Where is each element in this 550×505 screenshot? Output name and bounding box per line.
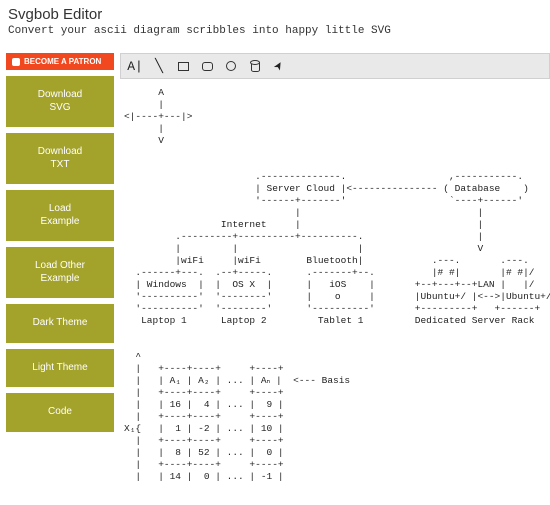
line-tool-icon[interactable]: ╲ xyxy=(151,58,167,74)
load-example-button[interactable]: Load Example xyxy=(6,190,114,241)
load-other-example-button[interactable]: Load Other Example xyxy=(6,247,114,298)
sidebar: BECOME A PATRON Download SVG Download TX… xyxy=(0,53,120,505)
download-txt-button[interactable]: Download TXT xyxy=(6,133,114,184)
cylinder-tool-icon[interactable] xyxy=(247,58,263,74)
dark-theme-button[interactable]: Dark Theme xyxy=(6,304,114,343)
rounded-rect-tool-icon[interactable] xyxy=(199,58,215,74)
light-theme-button[interactable]: Light Theme xyxy=(6,349,114,388)
rect-tool-icon[interactable] xyxy=(175,58,191,74)
ascii-canvas[interactable]: A | <|----+---|> | V .--------------. ,-… xyxy=(120,79,550,505)
app-subtitle: Convert your ascii diagram scribbles int… xyxy=(8,25,542,37)
circle-tool-icon[interactable] xyxy=(223,58,239,74)
pointer-tool-icon[interactable]: ➤ xyxy=(268,55,290,77)
app-title: Svgbob Editor xyxy=(8,6,542,23)
download-svg-button[interactable]: Download SVG xyxy=(6,76,114,127)
code-button[interactable]: Code xyxy=(6,393,114,432)
patreon-icon xyxy=(12,58,20,66)
patron-label: BECOME A PATRON xyxy=(24,57,101,66)
become-patron-button[interactable]: BECOME A PATRON xyxy=(6,53,114,70)
toolbar: A| ╲ ➤ xyxy=(120,53,550,79)
text-tool-icon[interactable]: A| xyxy=(127,58,143,74)
